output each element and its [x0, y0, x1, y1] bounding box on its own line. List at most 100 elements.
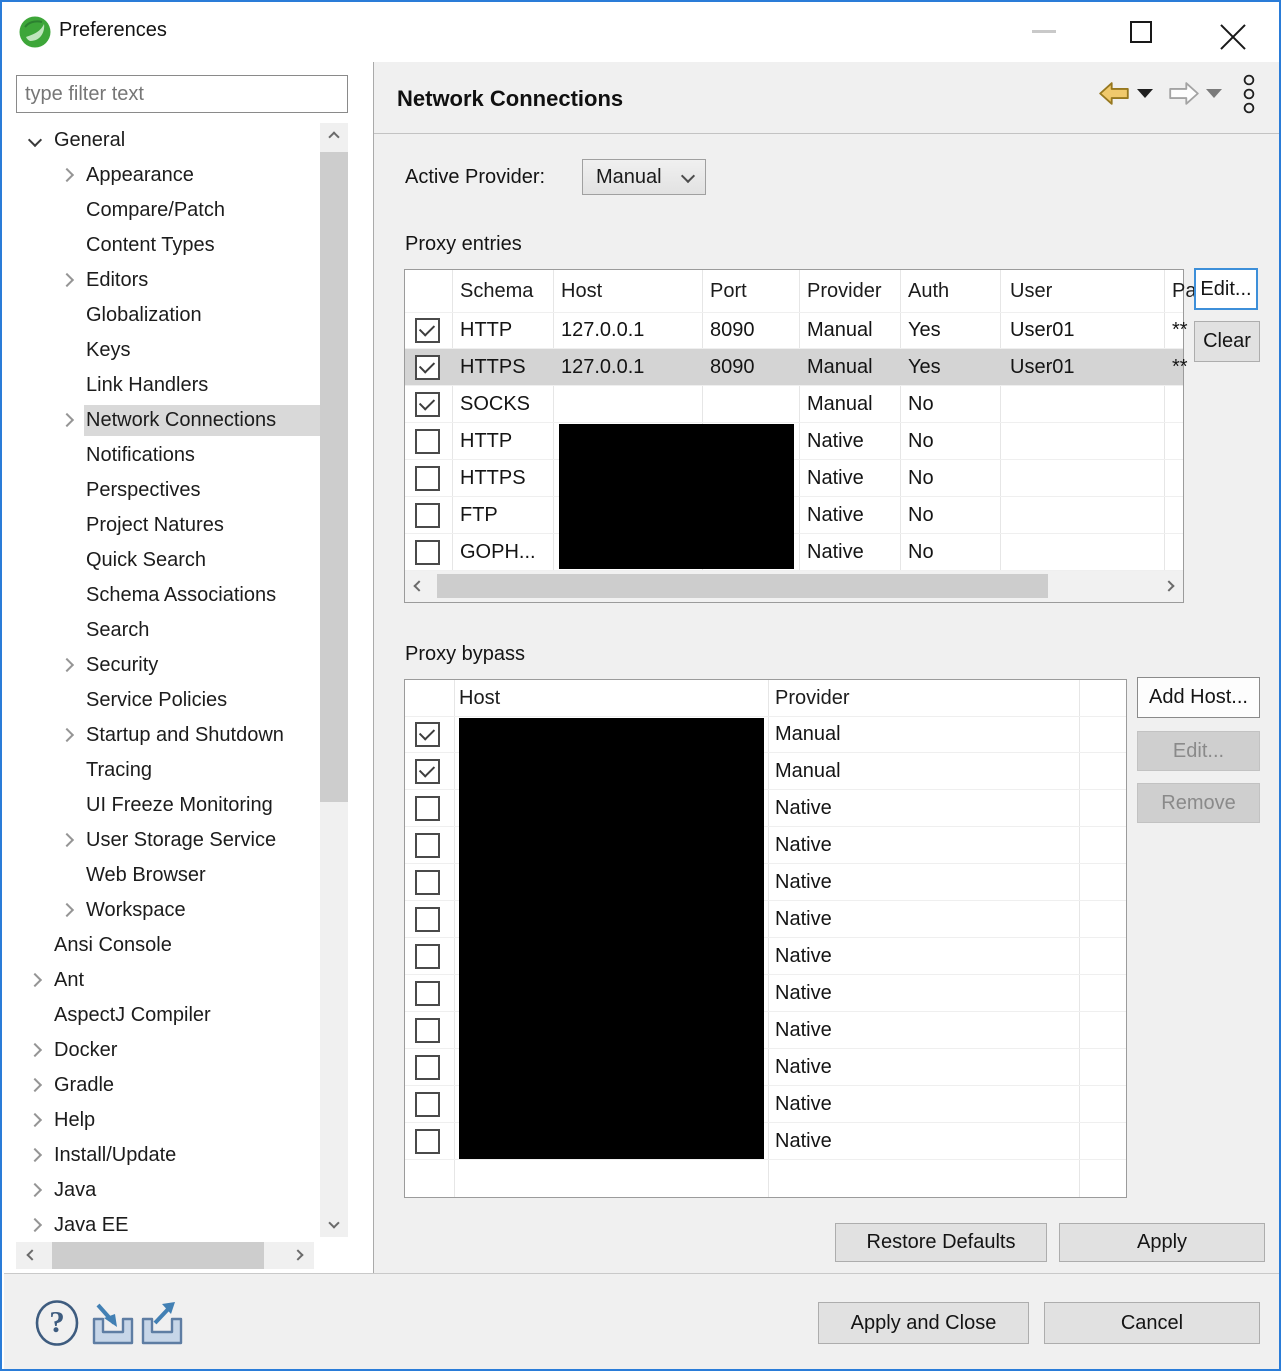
cancel-button[interactable]: Cancel [1044, 1302, 1260, 1344]
proxy-entry-row[interactable]: HTTP127.0.0.18090ManualYesUser01** [405, 312, 1183, 349]
tree-item-tracing[interactable]: Tracing [2, 753, 320, 788]
tree-item-perspectives[interactable]: Perspectives [2, 473, 320, 508]
scroll-right-icon[interactable] [292, 1249, 303, 1260]
tree-item-notifications[interactable]: Notifications [2, 438, 320, 473]
tree-item-project-natures[interactable]: Project Natures [2, 508, 320, 543]
tree-item-docker[interactable]: Docker [2, 1033, 320, 1068]
tree-item-content-types[interactable]: Content Types [2, 228, 320, 263]
close-icon[interactable] [1220, 20, 1246, 46]
back-arrow-icon[interactable] [1099, 82, 1129, 105]
checkbox-unchecked[interactable] [415, 870, 440, 895]
checkbox-unchecked[interactable] [415, 1092, 440, 1117]
scrollbar-thumb[interactable] [52, 1242, 264, 1269]
export-preferences-icon[interactable] [139, 1301, 185, 1347]
checkbox-checked[interactable] [415, 392, 440, 417]
checkbox-unchecked[interactable] [415, 833, 440, 858]
expand-arrow-icon[interactable] [28, 1113, 42, 1127]
checkbox-unchecked[interactable] [415, 1018, 440, 1043]
expand-arrow-icon[interactable] [28, 1043, 42, 1057]
checkbox-unchecked[interactable] [415, 1055, 440, 1080]
forward-arrow-icon[interactable] [1169, 82, 1199, 105]
tree-item-ui-freeze-monitoring[interactable]: UI Freeze Monitoring [2, 788, 320, 823]
restore-defaults-button[interactable]: Restore Defaults [835, 1223, 1047, 1262]
column-header-user[interactable]: User [1010, 270, 1052, 312]
view-menu-icon[interactable] [1242, 74, 1256, 116]
tree-horizontal-scrollbar[interactable] [16, 1242, 314, 1269]
tree-item-network-connections[interactable]: Network Connections [2, 403, 320, 438]
tree-item-general[interactable]: General [2, 123, 320, 158]
proxy-entries-table[interactable]: SchemaHostPortProviderAuthUserPaHTTP127.… [404, 269, 1184, 603]
active-provider-select[interactable]: Manual [582, 159, 706, 195]
remove-host-button[interactable]: Remove [1137, 783, 1260, 823]
forward-history-dropdown-icon[interactable] [1206, 89, 1222, 98]
tree-item-workspace[interactable]: Workspace [2, 893, 320, 928]
proxy-entries-horizontal-scrollbar[interactable] [405, 571, 1183, 602]
column-header-host[interactable]: Host [459, 680, 500, 716]
tree-item-editors[interactable]: Editors [2, 263, 320, 298]
add-host-button[interactable]: Add Host... [1137, 677, 1260, 718]
checkbox-unchecked[interactable] [415, 1129, 440, 1154]
tree-item-user-storage-service[interactable]: User Storage Service [2, 823, 320, 858]
expand-arrow-icon[interactable] [28, 1148, 42, 1162]
expand-arrow-icon[interactable] [28, 1078, 42, 1092]
tree-item-search[interactable]: Search [2, 613, 320, 648]
expand-arrow-icon[interactable] [60, 728, 74, 742]
column-header-auth[interactable]: Auth [908, 270, 949, 312]
tree-item-link-handlers[interactable]: Link Handlers [2, 368, 320, 403]
tree-item-security[interactable]: Security [2, 648, 320, 683]
column-header-host[interactable]: Host [561, 270, 602, 312]
column-header-schema[interactable]: Schema [460, 270, 533, 312]
proxy-entry-row[interactable]: FTPNativeNo [405, 497, 1183, 534]
checkbox-unchecked[interactable] [415, 503, 440, 528]
edit-host-button[interactable]: Edit... [1137, 731, 1260, 771]
tree-item-aspectj-compiler[interactable]: AspectJ Compiler [2, 998, 320, 1033]
column-header-provider[interactable]: Provider [775, 680, 849, 716]
scroll-right-icon[interactable] [1163, 580, 1174, 591]
clear-proxy-button[interactable]: Clear [1194, 321, 1260, 362]
back-history-dropdown-icon[interactable] [1137, 89, 1153, 98]
expand-arrow-icon[interactable] [28, 973, 42, 987]
checkbox-checked[interactable] [415, 759, 440, 784]
apply-and-close-button[interactable]: Apply and Close [818, 1302, 1029, 1344]
import-preferences-icon[interactable] [90, 1301, 136, 1347]
scroll-left-icon[interactable] [413, 580, 424, 591]
collapse-arrow-icon[interactable] [28, 133, 42, 147]
checkbox-unchecked[interactable] [415, 796, 440, 821]
tree-item-service-policies[interactable]: Service Policies [2, 683, 320, 718]
proxy-entry-row[interactable]: GOPH...NativeNo [405, 534, 1183, 571]
tree-item-schema-associations[interactable]: Schema Associations [2, 578, 320, 613]
checkbox-unchecked[interactable] [415, 981, 440, 1006]
expand-arrow-icon[interactable] [28, 1183, 42, 1197]
tree-item-gradle[interactable]: Gradle [2, 1068, 320, 1103]
edit-proxy-button[interactable]: Edit... [1194, 268, 1258, 310]
proxy-entry-row[interactable]: SOCKSManualNo [405, 386, 1183, 423]
expand-arrow-icon[interactable] [60, 903, 74, 917]
expand-arrow-icon[interactable] [60, 658, 74, 672]
expand-arrow-icon[interactable] [60, 413, 74, 427]
expand-arrow-icon[interactable] [60, 833, 74, 847]
scroll-down-icon[interactable] [328, 1217, 339, 1228]
checkbox-unchecked[interactable] [415, 907, 440, 932]
tree-item-install-update[interactable]: Install/Update [2, 1138, 320, 1173]
apply-button[interactable]: Apply [1059, 1223, 1265, 1262]
tree-item-keys[interactable]: Keys [2, 333, 320, 368]
scrollbar-thumb[interactable] [320, 152, 348, 802]
column-header-pa[interactable]: Pa [1172, 270, 1196, 312]
column-header-port[interactable]: Port [710, 270, 747, 312]
tree-vertical-scrollbar[interactable] [320, 123, 348, 1237]
expand-arrow-icon[interactable] [28, 1218, 42, 1232]
checkbox-checked[interactable] [415, 355, 440, 380]
help-icon[interactable]: ? [34, 1299, 80, 1347]
proxy-entry-row[interactable]: HTTPSNativeNo [405, 460, 1183, 497]
proxy-entry-row[interactable]: HTTPS127.0.0.18090ManualYesUser01** [405, 349, 1183, 386]
expand-arrow-icon[interactable] [60, 273, 74, 287]
tree-item-startup-and-shutdown[interactable]: Startup and Shutdown [2, 718, 320, 753]
scroll-up-icon[interactable] [328, 131, 339, 142]
checkbox-unchecked[interactable] [415, 466, 440, 491]
checkbox-checked[interactable] [415, 722, 440, 747]
tree-item-java[interactable]: Java [2, 1173, 320, 1208]
column-header-provider[interactable]: Provider [807, 270, 881, 312]
tree-item-appearance[interactable]: Appearance [2, 158, 320, 193]
checkbox-checked[interactable] [415, 318, 440, 343]
checkbox-unchecked[interactable] [415, 540, 440, 565]
